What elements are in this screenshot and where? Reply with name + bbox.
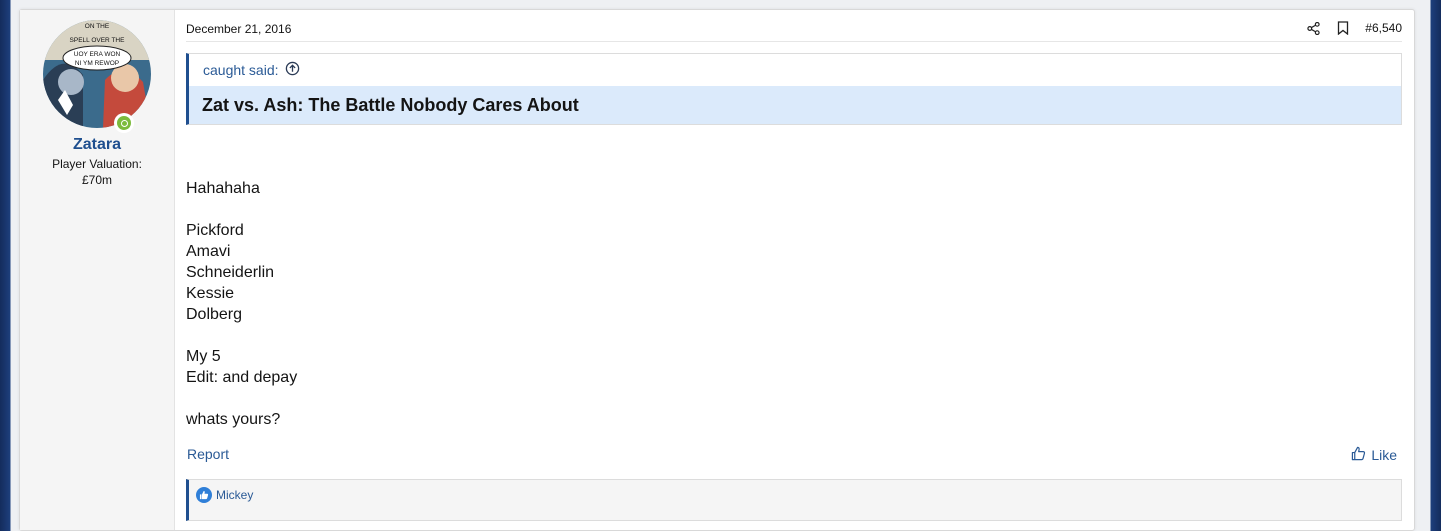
svg-text:ON THE: ON THE	[85, 23, 110, 30]
header-divider	[186, 41, 1402, 42]
body-line: Pickford	[186, 222, 244, 239]
reactions-bar: Mickey	[186, 479, 1402, 521]
body-line: Amavi	[186, 243, 231, 260]
svg-text:NI YM REWOP: NI YM REWOP	[75, 60, 119, 67]
report-link[interactable]: Report	[187, 446, 229, 462]
body-line	[186, 199, 297, 220]
quote-author[interactable]: caught said:	[203, 62, 279, 78]
username-link[interactable]: Zatara	[20, 136, 174, 154]
thumbs-up-icon	[1351, 446, 1366, 464]
body-line: Edit: and depay	[186, 369, 298, 386]
online-status-icon	[114, 113, 134, 133]
user-column: ON THE SPELL OVER THE UOY ERA WON NI YM …	[20, 10, 175, 530]
post-number[interactable]: #6,540	[1365, 21, 1402, 35]
quote-text: Zat vs. Ash: The Battle Nobody Cares Abo…	[189, 86, 1401, 124]
arrow-up-circle-icon[interactable]	[285, 61, 300, 79]
body-line	[186, 388, 297, 409]
like-reaction-icon	[196, 487, 212, 503]
post-container: ON THE SPELL OVER THE UOY ERA WON NI YM …	[19, 9, 1415, 531]
bookmark-icon[interactable]	[1335, 20, 1351, 36]
body-line: Kessie	[186, 285, 235, 302]
valuation-value: £70m	[81, 173, 113, 187]
svg-text:UOY ERA WON: UOY ERA WON	[74, 51, 121, 58]
body-line: Schneiderlin	[186, 264, 275, 281]
quote-attribution[interactable]: caught said:	[189, 54, 1401, 86]
svg-text:SPELL OVER THE: SPELL OVER THE	[70, 37, 126, 44]
reaction-user-link[interactable]: Mickey	[216, 488, 253, 502]
post-main: December 21, 2016 #6,540 caught said: Za…	[186, 10, 1402, 530]
body-line: Hahahaha	[186, 180, 260, 197]
share-icon[interactable]	[1305, 20, 1321, 36]
user-valuation: Player Valuation: £70m	[20, 156, 174, 188]
body-line	[186, 325, 297, 346]
post-actions: #6,540	[1305, 20, 1402, 36]
like-label: Like	[1371, 447, 1397, 463]
body-line: whats yours?	[186, 411, 281, 428]
avatar[interactable]: ON THE SPELL OVER THE UOY ERA WON NI YM …	[43, 20, 151, 128]
body-line: My 5	[186, 348, 221, 365]
post-body: Hahahaha Pickford Amavi Schneiderlin Kes…	[186, 178, 297, 430]
post-date[interactable]: December 21, 2016	[186, 22, 291, 36]
quote-block: caught said: Zat vs. Ash: The Battle Nob…	[186, 53, 1402, 125]
body-line: Dolberg	[186, 306, 243, 323]
like-button[interactable]: Like	[1351, 446, 1397, 464]
valuation-label: Player Valuation:	[52, 157, 142, 171]
